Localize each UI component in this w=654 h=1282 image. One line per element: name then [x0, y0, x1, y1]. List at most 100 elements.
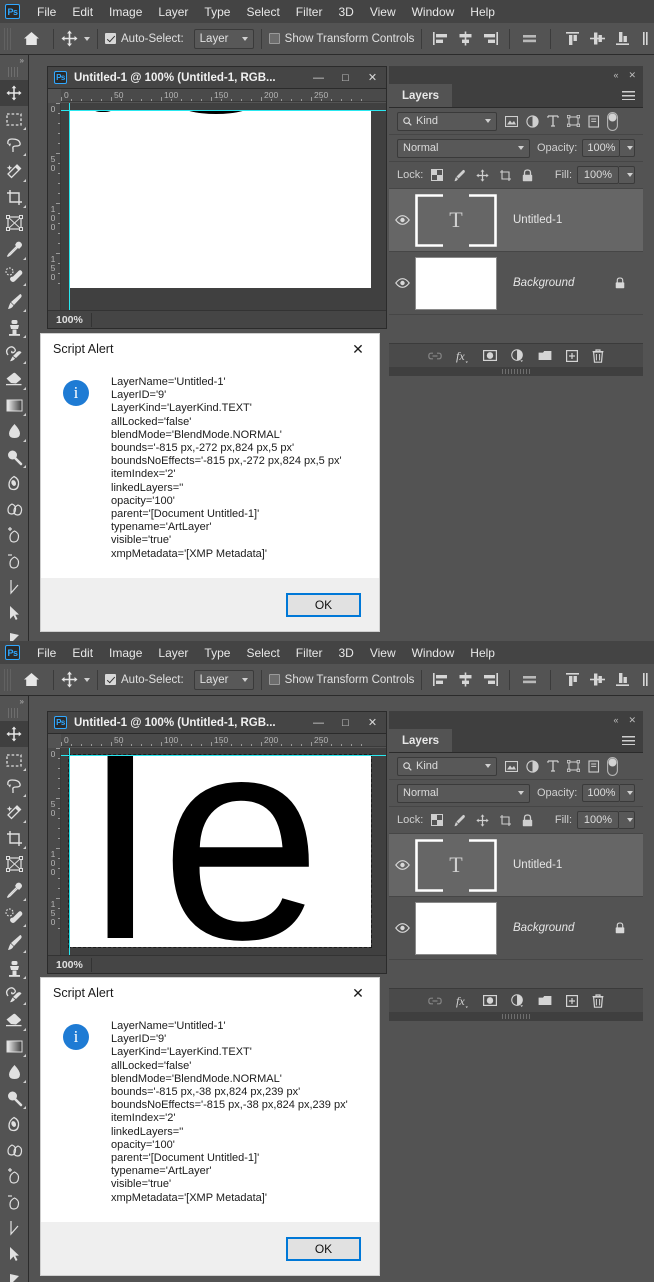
new-group-icon[interactable] — [538, 350, 552, 361]
frame-tool[interactable] — [0, 851, 28, 877]
menu-3d[interactable]: 3D — [330, 3, 361, 21]
add-anchor-point-tool[interactable] — [0, 522, 28, 548]
dialog-title-bar[interactable]: Script Alert ✕ — [41, 978, 379, 1008]
path-selection-tool[interactable] — [0, 1241, 28, 1267]
clone-stamp-tool[interactable] — [0, 314, 28, 340]
gradient-tool[interactable] — [0, 1033, 28, 1059]
add-layer-style-icon[interactable]: fx — [456, 994, 469, 1008]
guide-horizontal[interactable] — [61, 755, 386, 756]
auto-select-checkbox[interactable] — [105, 674, 116, 685]
auto-select-checkbox[interactable] — [105, 33, 116, 44]
link-layers-icon[interactable] — [428, 352, 442, 360]
distribute-horizontal-icon[interactable] — [518, 669, 540, 691]
tools-panel-grip[interactable] — [8, 708, 20, 718]
menu-select[interactable]: Select — [238, 3, 287, 21]
layer-row-text[interactable]: T Untitled-1 — [389, 834, 643, 897]
new-layer-icon[interactable] — [566, 349, 578, 362]
add-layer-style-icon[interactable]: fx — [456, 349, 469, 363]
horizontal-ruler[interactable]: 0 50 100 150 200 250 — [61, 89, 386, 102]
lasso-tool[interactable] — [0, 132, 28, 158]
auto-select-scope-dropdown[interactable]: Layer — [193, 669, 254, 690]
align-horizontal-centers-icon[interactable] — [454, 28, 476, 50]
close-panel-icon[interactable]: ✕ — [628, 70, 636, 81]
menu-view[interactable]: View — [362, 644, 404, 662]
tools-panel-grip[interactable] — [8, 67, 20, 77]
show-transform-controls-checkbox[interactable] — [268, 33, 280, 44]
menu-edit[interactable]: Edit — [64, 644, 101, 662]
rectangular-marquee-tool[interactable] — [0, 106, 28, 132]
lock-all-icon[interactable] — [522, 168, 533, 182]
lock-image-pixels-icon[interactable] — [453, 814, 466, 827]
ok-button[interactable]: OK — [286, 592, 361, 617]
zoom-level[interactable]: 100% — [48, 314, 83, 326]
move-tool[interactable] — [0, 80, 28, 106]
auto-select-scope-dropdown[interactable]: Layer — [193, 28, 254, 49]
opacity-input[interactable]: 100% — [582, 784, 621, 802]
horizontal-ruler[interactable]: 0 50 100 150 200 250 — [61, 734, 386, 747]
options-move-tool-icon[interactable] — [61, 30, 90, 47]
distribute-horizontal-icon[interactable] — [518, 28, 540, 50]
new-adjustment-layer-icon[interactable] — [511, 349, 524, 362]
move-tool-options-caret[interactable] — [84, 36, 90, 41]
tools-expand-toggle[interactable]: » — [0, 696, 28, 708]
layer-visibility-toggle[interactable] — [389, 923, 415, 933]
blur-tool[interactable] — [0, 1059, 28, 1085]
close-button[interactable]: ✕ — [359, 712, 386, 734]
align-left-edges-icon[interactable] — [429, 669, 451, 691]
vertical-ruler[interactable]: 0 5 0 1 0 0 1 5 0 — [48, 103, 61, 310]
new-group-icon[interactable] — [538, 995, 552, 1006]
align-vertical-centers-icon[interactable] — [586, 28, 608, 50]
lasso-tool[interactable] — [0, 773, 28, 799]
guide-vertical[interactable] — [69, 103, 70, 310]
distribute-vertical-icon[interactable] — [636, 669, 654, 691]
blend-mode-dropdown[interactable]: Normal — [397, 138, 530, 158]
align-bottom-edges-icon[interactable] — [611, 669, 633, 691]
align-top-edges-icon[interactable] — [561, 669, 583, 691]
layer-name-background[interactable]: Background — [513, 922, 615, 934]
layer-visibility-toggle[interactable] — [389, 278, 415, 288]
menu-file[interactable]: File — [29, 644, 64, 662]
delete-layer-icon[interactable] — [592, 993, 604, 1008]
align-top-edges-icon[interactable] — [561, 28, 583, 50]
opacity-stepper[interactable] — [620, 784, 635, 802]
layer-thumbnail-text[interactable]: T — [415, 193, 497, 247]
opacity-input[interactable]: 100% — [582, 139, 621, 157]
lock-artboard-nesting-icon[interactable] — [499, 169, 512, 182]
menu-help[interactable]: Help — [462, 3, 503, 21]
lock-transparent-pixels-icon[interactable] — [431, 814, 444, 826]
fill-input[interactable]: 100% — [577, 166, 619, 184]
clone-stamp-tool[interactable] — [0, 955, 28, 981]
menu-select[interactable]: Select — [238, 644, 287, 662]
layer-thumbnail-text[interactable]: T — [415, 838, 497, 892]
menu-filter[interactable]: Filter — [288, 3, 331, 21]
opacity-stepper[interactable] — [620, 139, 635, 157]
crop-tool[interactable] — [0, 825, 28, 851]
maximize-button[interactable]: □ — [332, 712, 359, 734]
delete-anchor-point-tool[interactable] — [0, 548, 28, 574]
document-title-bar[interactable]: Ps Untitled-1 @ 100% (Untitled-1, RGB...… — [48, 712, 386, 734]
menu-window[interactable]: Window — [404, 3, 463, 21]
layer-thumbnail-background[interactable] — [415, 256, 497, 310]
layer-row-text[interactable]: T Untitled-1 — [389, 189, 643, 252]
vertical-ruler[interactable]: 0 5 0 1 0 0 1 5 0 — [48, 748, 61, 955]
collapse-panel-icon[interactable]: « — [613, 715, 618, 725]
path-selection-tool[interactable] — [0, 600, 28, 626]
menu-type[interactable]: Type — [196, 644, 238, 662]
menu-image[interactable]: Image — [101, 644, 150, 662]
magic-wand-tool[interactable] — [0, 799, 28, 825]
spot-healing-brush-tool[interactable] — [0, 262, 28, 288]
convert-point-tool[interactable] — [0, 1215, 28, 1241]
align-horizontal-centers-icon[interactable] — [454, 669, 476, 691]
direct-selection-tool[interactable] — [0, 626, 28, 641]
delete-layer-icon[interactable] — [592, 348, 604, 363]
lock-artboard-nesting-icon[interactable] — [499, 814, 512, 827]
home-icon[interactable] — [16, 31, 46, 46]
eyedropper-tool[interactable] — [0, 236, 28, 262]
dialog-title-bar[interactable]: Script Alert ✕ — [41, 334, 379, 364]
fill-input[interactable]: 100% — [577, 811, 619, 829]
gradient-tool[interactable] — [0, 392, 28, 418]
layer-name-text[interactable]: Untitled-1 — [513, 214, 643, 226]
eyedropper-tool[interactable] — [0, 877, 28, 903]
blend-mode-dropdown[interactable]: Normal — [397, 783, 530, 803]
menu-type[interactable]: Type — [196, 3, 238, 21]
